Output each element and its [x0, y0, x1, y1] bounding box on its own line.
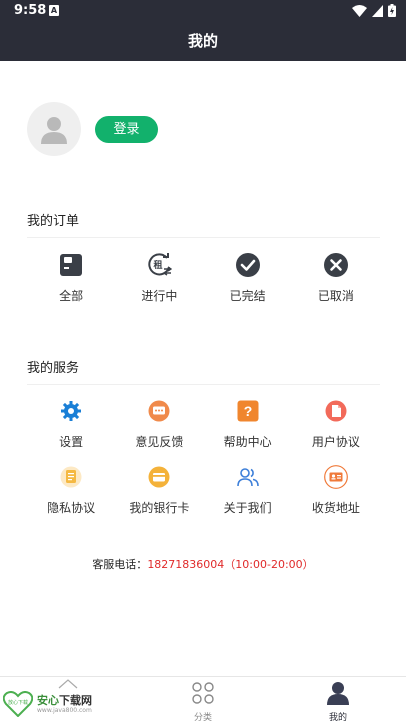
check-circle-icon — [235, 253, 260, 277]
service-bank-card-label: 我的银行卡 — [129, 501, 190, 515]
services-divider — [27, 384, 380, 385]
service-bank-card[interactable]: 我的银行卡 — [115, 463, 203, 516]
service-feedback[interactable]: 意见反馈 — [115, 397, 203, 450]
tab-mine-label: 我的 — [328, 713, 347, 721]
rent-icon-text: 租 — [154, 259, 163, 271]
svg-text:?: ? — [243, 403, 252, 419]
order-cancelled-label: 已取消 — [317, 289, 354, 303]
watermark-badge-text: 放心下载 — [8, 699, 28, 706]
service-about[interactable]: 关于我们 — [204, 463, 292, 516]
document-icon — [325, 400, 347, 422]
orders-row: 全部 租 进行中 已完结 已取消 — [27, 251, 380, 304]
watermark-brand-dark: 下载网 — [59, 693, 92, 707]
login-button[interactable]: 登录 — [95, 115, 158, 143]
profile-section: 登录 — [27, 102, 158, 156]
order-in-progress[interactable]: 租 进行中 — [115, 251, 203, 304]
service-settings[interactable]: 设置 — [27, 397, 115, 450]
orders-divider — [27, 237, 380, 238]
avatar[interactable] — [27, 102, 81, 156]
address-card-icon — [323, 465, 348, 489]
service-feedback-label: 意见反馈 — [135, 435, 184, 449]
tab-mine[interactable]: 我的 — [298, 681, 378, 721]
system-icons — [352, 4, 396, 17]
orders-title: 我的订单 — [27, 214, 80, 229]
chevron-up-icon[interactable] — [58, 679, 78, 689]
privacy-doc-icon — [60, 466, 82, 488]
service-privacy-label: 隐私协议 — [47, 501, 96, 515]
service-address[interactable]: 收货地址 — [292, 463, 380, 516]
notification-a-icon: A — [49, 5, 59, 16]
user-icon — [327, 682, 349, 705]
page-title: 我的 — [187, 32, 218, 50]
battery-icon — [388, 4, 396, 17]
services-row-1: 设置 意见反馈 ? 帮助中心 用户协议 — [27, 397, 380, 450]
people-icon — [236, 468, 259, 487]
wifi-icon — [352, 4, 367, 17]
page-header: 我的 — [0, 22, 406, 61]
watermark-url: www.java800.com — [37, 706, 92, 714]
order-all-label: 全部 — [59, 289, 84, 303]
gear-icon — [61, 401, 82, 421]
status-time: 9:58 — [14, 3, 47, 18]
service-user-agreement[interactable]: 用户协议 — [292, 397, 380, 450]
service-help[interactable]: ? 帮助中心 — [204, 397, 292, 450]
tab-category-label: 分类 — [193, 713, 212, 721]
heart-logo-icon: 放心下载 — [3, 691, 33, 717]
service-user-agreement-label: 用户协议 — [311, 435, 360, 449]
services-row-2: 隐私协议 我的银行卡 关于我们 收货地址 — [27, 463, 380, 516]
question-icon: ? — [237, 400, 259, 422]
cancel-circle-icon — [323, 253, 348, 277]
tab-category[interactable]: 分类 — [163, 681, 243, 721]
order-in-progress-label: 进行中 — [141, 289, 178, 303]
rent-exchange-icon: 租 — [148, 253, 173, 276]
signal-icon — [372, 4, 383, 17]
order-completed-label: 已完结 — [229, 289, 266, 303]
category-icon — [192, 682, 214, 704]
service-about-label: 关于我们 — [223, 501, 272, 515]
bank-card-icon — [148, 466, 170, 488]
services-title: 我的服务 — [27, 361, 80, 376]
order-box-icon — [60, 254, 83, 276]
watermark-brand-green: 安心 — [37, 693, 59, 707]
customer-service-label: 客服电话： — [92, 558, 148, 571]
chat-bubble-icon — [148, 400, 170, 422]
order-all[interactable]: 全部 — [27, 251, 115, 304]
status-bar: 9:58 A — [0, 0, 406, 22]
default-avatar-icon — [41, 117, 67, 144]
order-cancelled[interactable]: 已取消 — [292, 251, 380, 304]
customer-service-phone[interactable]: 18271836004（10:00-20:00） — [147, 558, 313, 571]
service-privacy[interactable]: 隐私协议 — [27, 463, 115, 516]
service-settings-label: 设置 — [59, 435, 84, 449]
order-completed[interactable]: 已完结 — [204, 251, 292, 304]
service-help-label: 帮助中心 — [223, 435, 272, 449]
service-address-label: 收货地址 — [311, 501, 360, 515]
customer-service-line: 客服电话：18271836004（10:00-20:00） — [0, 556, 406, 572]
watermark: 放心下载 安心下载网 www.java800.com — [3, 691, 92, 717]
